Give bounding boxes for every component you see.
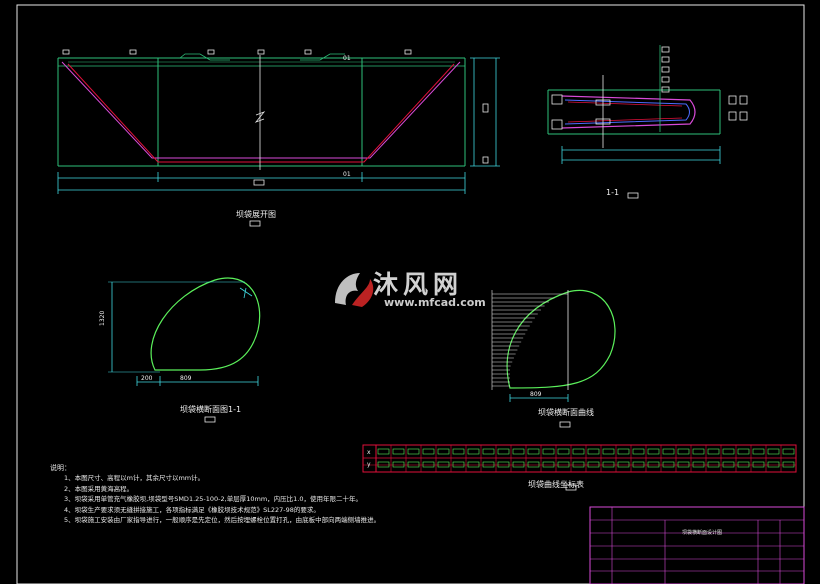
coord-table-cell <box>557 461 570 468</box>
coord-table-cell <box>392 461 405 468</box>
coord-table-cell <box>767 448 780 455</box>
plan-view <box>57 49 500 227</box>
coord-table-cell <box>497 461 510 468</box>
coord-table-cell <box>422 461 435 468</box>
coord-table-cell <box>527 448 540 455</box>
coord-table-cell <box>407 461 420 468</box>
coord-table-cell <box>437 461 450 468</box>
coord-table-cell <box>752 448 765 455</box>
title-block-drawing-name: 坝袋横断面设计图 <box>682 530 723 536</box>
coord-table-cell <box>587 448 600 455</box>
coord-table-cell <box>407 448 420 455</box>
coord-table-cell <box>482 461 495 468</box>
coord-table-cell <box>617 448 630 455</box>
coord-table-cell <box>482 448 495 455</box>
cross-height-dim: 1320 <box>99 310 106 326</box>
coord-table-title: 坝袋曲线坐标表 <box>528 480 584 489</box>
coord-table-cells <box>375 445 797 472</box>
curve-title: 坝袋横断面曲线 <box>538 408 594 417</box>
plan-top-mark: 01 <box>343 55 351 62</box>
coord-table-cell <box>452 448 465 455</box>
curve-width-dim: 809 <box>530 391 542 398</box>
note-item: 1、本图尺寸、高程以m计，其余尺寸以mm计。 <box>64 474 205 483</box>
coord-table-cell <box>767 461 780 468</box>
cross-section-view <box>108 277 261 423</box>
coord-table-cell <box>602 448 615 455</box>
coord-table-cell <box>602 461 615 468</box>
coord-table-cell <box>542 448 555 455</box>
coord-table-cell <box>737 448 750 455</box>
title-block <box>589 506 805 584</box>
note-item: 3、坝袋采用单管充气橡胶坝,坝袋型号SMD1.25-100-2,单层厚10mm，… <box>64 495 362 504</box>
coord-table-cell <box>512 448 525 455</box>
coord-table-cell <box>677 461 690 468</box>
coord-table-cell <box>692 448 705 455</box>
notes-heading: 说明： <box>50 464 71 472</box>
coord-table-cell <box>512 461 525 468</box>
coord-table-cell <box>587 461 600 468</box>
coord-table-cell <box>467 461 480 468</box>
plan-view-title: 坝袋展开图 <box>236 210 276 219</box>
coord-table-cell <box>497 448 510 455</box>
coord-table-cell <box>377 448 390 455</box>
coord-table-cell <box>707 461 720 468</box>
cross-right-width-dim: 809 <box>180 375 192 382</box>
coord-table-cell <box>452 461 465 468</box>
note-item: 4、坝袋生产要求须无缝拼接施工，各项指标满足《橡胶坝技术规范》SL227-98的… <box>64 505 320 514</box>
coord-row-x-label: x <box>367 449 371 456</box>
coord-table-cell <box>437 448 450 455</box>
coord-table-cell <box>422 448 435 455</box>
coord-table-cell <box>662 448 675 455</box>
coord-table-cell <box>662 461 675 468</box>
coord-table-cell <box>617 461 630 468</box>
note-item: 2、本图采用黄海高程。 <box>64 484 134 493</box>
design-notes: 说明： 1、本图尺寸、高程以m计，其余尺寸以mm计。 2、本图采用黄海高程。 3… <box>50 463 380 525</box>
watermark-url: www.mfcad.com <box>384 296 486 309</box>
coord-table-cell <box>572 461 585 468</box>
section-1-1-title: 1-1 <box>606 188 620 197</box>
plan-bottom-mark: 01 <box>343 171 351 178</box>
coord-table-cell <box>692 461 705 468</box>
coord-table-cell <box>632 461 645 468</box>
coord-table-cell <box>737 461 750 468</box>
coord-table-cell <box>542 461 555 468</box>
coord-table-cell <box>752 461 765 468</box>
coord-table-cell <box>557 448 570 455</box>
curve-hatch-lines <box>492 293 568 387</box>
coord-table-cell <box>722 461 735 468</box>
cross-section-title: 坝袋横断面图1-1 <box>180 405 242 414</box>
note-item: 5、坝袋施工安装由厂家指导进行，一般顺序是先定位，然后按埋螺栓位置打孔，由底板中… <box>64 516 381 525</box>
coord-table-cell <box>527 461 540 468</box>
coord-table-cell <box>392 448 405 455</box>
coord-table-cell <box>647 461 660 468</box>
coord-table-cell <box>632 448 645 455</box>
coord-table-cell <box>572 448 585 455</box>
curve-view <box>491 289 616 428</box>
coord-table-cell <box>722 448 735 455</box>
cross-left-width-dim: 200 <box>141 375 153 382</box>
coord-table-cell <box>647 448 660 455</box>
section-1-1-view <box>547 45 748 199</box>
coord-table-cell <box>707 448 720 455</box>
coord-table-cell <box>782 461 795 468</box>
coord-table-cell <box>467 448 480 455</box>
coord-table-cell <box>677 448 690 455</box>
coord-table-cell <box>782 448 795 455</box>
